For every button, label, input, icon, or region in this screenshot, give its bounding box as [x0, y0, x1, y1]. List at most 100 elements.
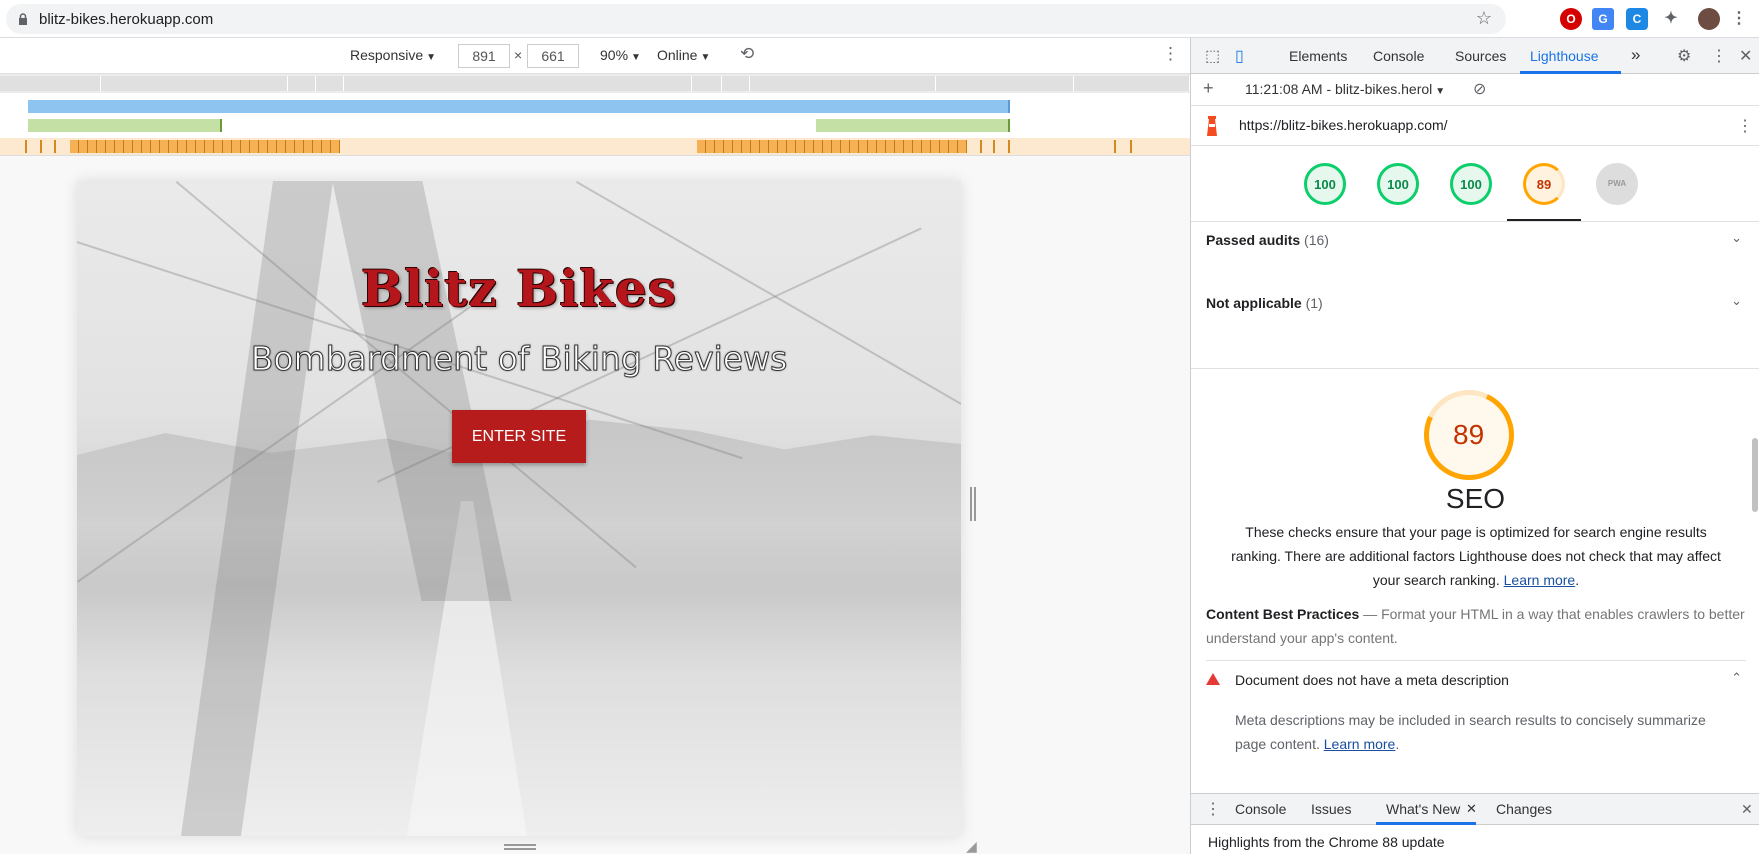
filmstrip-timeline	[0, 74, 1190, 156]
site-title: Blitz Bikes	[360, 259, 677, 318]
tab-lighthouse[interactable]: Lighthouse	[1530, 48, 1599, 64]
audit-title: Document does not have a meta descriptio…	[1235, 672, 1509, 688]
omnibox[interactable]: blitz-bikes.herokuapp.com ☆	[6, 4, 1506, 34]
ruler-segment	[936, 76, 1074, 91]
ruler-segment	[750, 76, 936, 91]
report-select[interactable]: 11:21:08 AM - blitz-bikes.herol ▼	[1245, 81, 1445, 97]
tab-sources[interactable]: Sources	[1455, 48, 1506, 64]
width-input[interactable]: 891	[458, 44, 510, 68]
avatar[interactable]	[1698, 8, 1720, 30]
emulated-viewport: Blitz Bikes Bombardment of Biking Review…	[0, 156, 1190, 854]
passed-audits-title: Passed audits	[1206, 232, 1301, 248]
drawer-menu-icon[interactable]: ⋮	[1205, 799, 1221, 819]
seo-description: These checks ensure that your page is op…	[1231, 524, 1721, 588]
active-gauge-indicator	[1507, 219, 1581, 221]
accessibility-gauge[interactable]: 100	[1377, 163, 1419, 205]
script-tick	[40, 140, 42, 153]
seo-description-text: These checks ensure that your page is op…	[1231, 524, 1721, 588]
dimension-separator: ×	[514, 47, 523, 63]
ruler-segment	[344, 76, 692, 91]
url-text[interactable]: blitz-bikes.herokuapp.com	[39, 11, 213, 28]
not-applicable-row[interactable]: Not applicable (1) ⌄	[1191, 285, 1759, 341]
resize-corner-icon[interactable]: ◢	[966, 838, 977, 854]
drawer-tab-console[interactable]: Console	[1235, 801, 1286, 817]
cbp-dash: —	[1363, 606, 1378, 622]
browser-menu-icon[interactable]: ⋮	[1728, 8, 1750, 30]
opera-extension-icon[interactable]: O	[1560, 8, 1582, 30]
passed-audits-row[interactable]: Passed audits (16) ⌄	[1191, 222, 1759, 278]
learn-more-link[interactable]: Learn more	[1324, 736, 1396, 752]
audit-description: Meta descriptions may be included in sea…	[1235, 712, 1706, 752]
script-tick	[993, 140, 995, 153]
puzzle-extensions-icon[interactable]: ✦	[1660, 8, 1682, 30]
ruler-segment	[0, 76, 101, 91]
seo-big-gauge: 89	[1411, 377, 1527, 493]
add-report-icon[interactable]: +	[1203, 78, 1214, 99]
caret-down-icon: ▼	[1435, 86, 1446, 97]
fail-triangle-icon	[1206, 673, 1220, 685]
script-segment	[70, 140, 340, 153]
ruler-segment	[1074, 76, 1190, 91]
device-toolbar: Responsive ▼ 891 × 661 90% ▼ Online ▼ ⟲ ⋮	[0, 38, 1190, 74]
drawer-tab-issues[interactable]: Issues	[1311, 801, 1351, 817]
rotate-icon[interactable]: ⟲	[740, 44, 754, 64]
best-practices-gauge[interactable]: 100	[1450, 163, 1492, 205]
drawer-tab-whats-new[interactable]: What's New	[1386, 801, 1460, 817]
devtools-panel: ⬚ ▯ Elements Console Sources Lighthouse …	[1190, 38, 1759, 854]
tab-console[interactable]: Console	[1373, 48, 1424, 64]
drawer-tab-changes[interactable]: Changes	[1496, 801, 1552, 817]
address-bar: blitz-bikes.herokuapp.com ☆ O G C ✦ ⋮	[0, 0, 1759, 38]
zoom-label: 90%	[600, 47, 629, 63]
more-tabs-icon[interactable]: »	[1631, 45, 1640, 65]
close-icon[interactable]: ✕	[1739, 46, 1752, 66]
device-select[interactable]: Responsive ▼	[350, 47, 436, 63]
performance-gauge[interactable]: 100	[1304, 163, 1346, 205]
more-options-icon[interactable]: ⋮	[1162, 44, 1179, 64]
lighthouse-url-row: https://blitz-bikes.herokuapp.com/ ⋮	[1191, 106, 1759, 146]
kebab-menu-icon[interactable]: ⋮	[1711, 46, 1727, 66]
lighthouse-logo-icon	[1207, 116, 1217, 136]
ruler-segment	[101, 76, 288, 91]
resize-handle-right[interactable]	[970, 487, 976, 521]
site-subtitle: Bombardment of Biking Reviews	[250, 339, 788, 379]
throttle-select[interactable]: Online ▼	[657, 47, 710, 63]
enter-site-button[interactable]: ENTER SITE	[452, 410, 586, 463]
device-toggle-icon[interactable]: ▯	[1235, 46, 1244, 66]
lock-icon	[19, 13, 27, 25]
hexagon-extension-icon[interactable]: C	[1626, 8, 1648, 30]
clear-icon[interactable]: ⊘	[1473, 79, 1486, 99]
zoom-select[interactable]: 90% ▼	[600, 47, 641, 63]
script-tick	[980, 140, 982, 153]
close-tab-icon[interactable]: ✕	[1466, 801, 1477, 817]
height-input[interactable]: 661	[527, 44, 579, 68]
ruler-segment	[288, 76, 316, 91]
score-gauges: 100 100 100 89 PWA	[1191, 146, 1759, 222]
passed-audits-label: Passed audits (16)	[1206, 232, 1329, 248]
not-applicable-count: (1)	[1305, 295, 1323, 311]
drawer-active-indicator	[1376, 822, 1476, 825]
audit-meta-description[interactable]: Document does not have a meta descriptio…	[1206, 660, 1746, 700]
device-label: Responsive	[350, 47, 424, 63]
scrollbar-thumb[interactable]	[1752, 438, 1758, 512]
gear-icon[interactable]: ⚙	[1677, 46, 1691, 66]
kebab-menu-icon[interactable]: ⋮	[1737, 116, 1753, 136]
audited-url[interactable]: https://blitz-bikes.herokuapp.com/	[1239, 117, 1448, 133]
inspect-element-icon[interactable]: ⬚	[1205, 46, 1220, 66]
resize-handle-bottom[interactable]	[504, 844, 536, 850]
learn-more-link[interactable]: Learn more	[1504, 572, 1576, 588]
close-drawer-icon[interactable]: ✕	[1741, 801, 1753, 818]
script-tick	[1008, 140, 1010, 153]
devtools-tabbar: ⬚ ▯ Elements Console Sources Lighthouse …	[1191, 38, 1759, 74]
not-applicable-title: Not applicable	[1206, 295, 1302, 311]
translate-extension-icon[interactable]: G	[1592, 8, 1614, 30]
caret-down-icon: ▼	[700, 52, 711, 63]
screen: blitz-bikes.herokuapp.com ☆ O G C ✦ ⋮ Re…	[0, 0, 1759, 854]
pwa-gauge[interactable]: PWA	[1596, 163, 1638, 205]
seo-gauge[interactable]: 89	[1523, 163, 1565, 205]
tab-elements[interactable]: Elements	[1289, 48, 1347, 64]
caret-down-icon: ▼	[426, 52, 437, 63]
passed-audits-count: (16)	[1304, 232, 1329, 248]
network-bar	[28, 100, 1010, 113]
bookmark-star-icon[interactable]: ☆	[1476, 8, 1492, 29]
script-segment	[697, 140, 967, 153]
